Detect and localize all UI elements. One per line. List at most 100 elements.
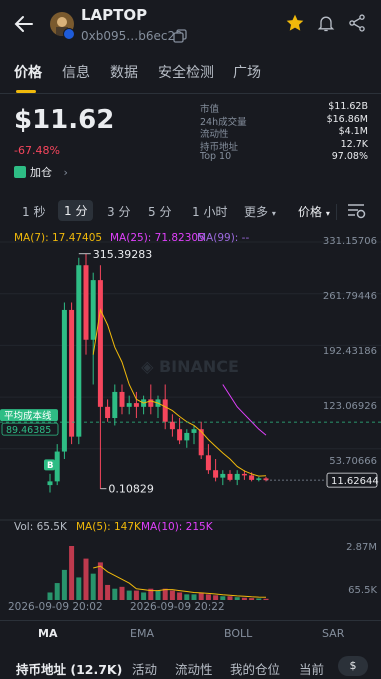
caret-down-icon: ▾ <box>271 209 276 218</box>
candle-body <box>249 475 255 480</box>
interval-5m[interactable]: 5 分 <box>148 203 171 220</box>
header: LAPTOP 0xb095…b6ec29 <box>0 0 381 52</box>
indicator-boll[interactable]: BOLL <box>224 627 252 640</box>
interval-1m[interactable]: 1 分 <box>58 200 94 221</box>
candle-body <box>227 473 233 480</box>
candle-body <box>97 280 103 407</box>
stat-value: $16.86M <box>326 113 368 125</box>
candle-body <box>177 429 183 441</box>
candle-body <box>191 429 197 433</box>
candle-body <box>112 391 118 419</box>
tab-current[interactable]: 当前 <box>299 659 324 678</box>
volume-bar <box>177 592 183 600</box>
interval-3m[interactable]: 3 分 <box>107 203 130 220</box>
copy-icon[interactable] <box>173 29 187 43</box>
price-mode-select[interactable]: 价格 ▾ <box>298 203 330 220</box>
interval-1h[interactable]: 1 小时 <box>192 203 227 220</box>
candlestick-chart[interactable]: ◈ BINANCE 315.39283 0.10829 平均成本线 89.46385 B 1… <box>0 228 381 600</box>
back-arrow-icon[interactable] <box>12 12 36 36</box>
volume-bar <box>213 595 219 600</box>
y-tick-label: 331.15706 <box>322 236 377 247</box>
tab-security[interactable]: 安全检测 <box>158 62 214 82</box>
y-tick-label: 123.06926 <box>322 401 377 412</box>
volume-bar <box>133 590 139 600</box>
y-tick-label: 192.43186 <box>322 346 377 357</box>
divider <box>336 204 337 220</box>
tab-info[interactable]: 信息 <box>62 62 90 82</box>
volume-bar <box>241 597 247 600</box>
y-tick-label: 261.79446 <box>322 291 377 302</box>
candle-body <box>119 391 125 407</box>
volume-bar <box>83 558 89 600</box>
candle-body <box>234 473 240 480</box>
bottom-tabs: 持币地址 (12.7K) 活动 流动性 我的仓位 当前 <box>0 650 381 679</box>
x-tick-label: 2026-09-09 20:22 <box>130 601 225 613</box>
stat-row: 流动性 $4.1M <box>200 126 368 140</box>
tab-holders[interactable]: 持币地址 (12.7K) <box>16 659 122 678</box>
volume-bar <box>155 590 161 600</box>
bell-icon[interactable] <box>316 13 336 33</box>
candle-body <box>54 451 60 482</box>
star-icon[interactable] <box>285 13 305 33</box>
volume-bar <box>220 596 226 600</box>
candle-body <box>61 309 67 452</box>
tab-activity[interactable]: 活动 <box>132 659 157 678</box>
x-tick-label: 2026-09-09 20:02 <box>8 601 103 613</box>
ma25-legend: MA(25): 71.82305 <box>110 232 205 244</box>
candle-body <box>220 473 226 478</box>
volume-bar <box>126 590 132 600</box>
candle-body <box>47 481 53 486</box>
volume-bar <box>249 598 255 600</box>
chevron-right-icon: › <box>63 166 68 179</box>
volume-bar <box>227 596 233 600</box>
indicator-tabs: MA EMA BOLL SAR <box>0 620 381 646</box>
tab-underline <box>16 90 36 93</box>
buy-marker-label: B <box>47 461 53 471</box>
candle-body <box>126 403 132 407</box>
candle-body <box>169 421 175 430</box>
vol-tick-label: 2.87M <box>346 542 377 553</box>
volume-bar <box>61 569 67 600</box>
candle-body <box>205 455 211 471</box>
ma99-legend: MA(99): -- <box>197 232 250 244</box>
tab-my-position[interactable]: 我的仓位 <box>230 659 280 678</box>
tab-square[interactable]: 广场 <box>233 62 261 82</box>
candle-body <box>76 265 82 437</box>
stat-value: 97.08% <box>331 151 368 162</box>
ma7-legend: MA(7): 17.47405 <box>14 232 103 244</box>
token-name: LAPTOP <box>81 6 148 24</box>
last-price-label: 11.62644 <box>331 476 379 487</box>
add-position-icon <box>14 166 26 178</box>
volume-bar <box>256 598 262 600</box>
candle-body <box>162 399 168 422</box>
candle-body <box>256 478 262 480</box>
tab-price[interactable]: 价格 <box>14 62 42 82</box>
stat-key: Top 10 <box>200 151 232 162</box>
indicator-sar[interactable]: SAR <box>322 627 344 640</box>
currency-toggle-button[interactable]: $ <box>338 656 368 676</box>
vol-ma10-legend: MA(10): 215K <box>141 521 213 533</box>
vol-legend: Vol: 65.5K <box>14 521 67 533</box>
volume-bar <box>234 597 240 600</box>
interval-more[interactable]: 更多 ▾ <box>244 203 276 220</box>
avg-cost-label: 平均成本线 <box>4 410 52 422</box>
binance-watermark: ◈ BINANCE <box>141 357 239 376</box>
indicator-ma[interactable]: MA <box>38 627 57 640</box>
volume-bar <box>141 592 147 600</box>
add-position-button[interactable]: 加仓 › <box>14 164 68 184</box>
candle-body <box>184 432 190 441</box>
indicator-ema[interactable]: EMA <box>130 627 154 640</box>
chart-settings-icon[interactable] <box>346 202 366 220</box>
share-icon[interactable] <box>347 13 367 33</box>
price-mode-label: 价格 <box>298 205 323 219</box>
interval-1s[interactable]: 1 秒 <box>22 203 45 220</box>
tab-data[interactable]: 数据 <box>110 62 138 82</box>
tab-liquidity[interactable]: 流动性 <box>175 659 213 678</box>
volume-bar <box>54 583 60 600</box>
volume-bar <box>169 590 175 600</box>
main-tabs: 价格 信息 数据 安全检测 广场 <box>0 60 381 94</box>
chain-badge-icon <box>63 28 75 40</box>
ma7-line <box>92 308 267 477</box>
volume-bar <box>90 573 96 600</box>
caret-down-icon: ▾ <box>325 209 330 218</box>
